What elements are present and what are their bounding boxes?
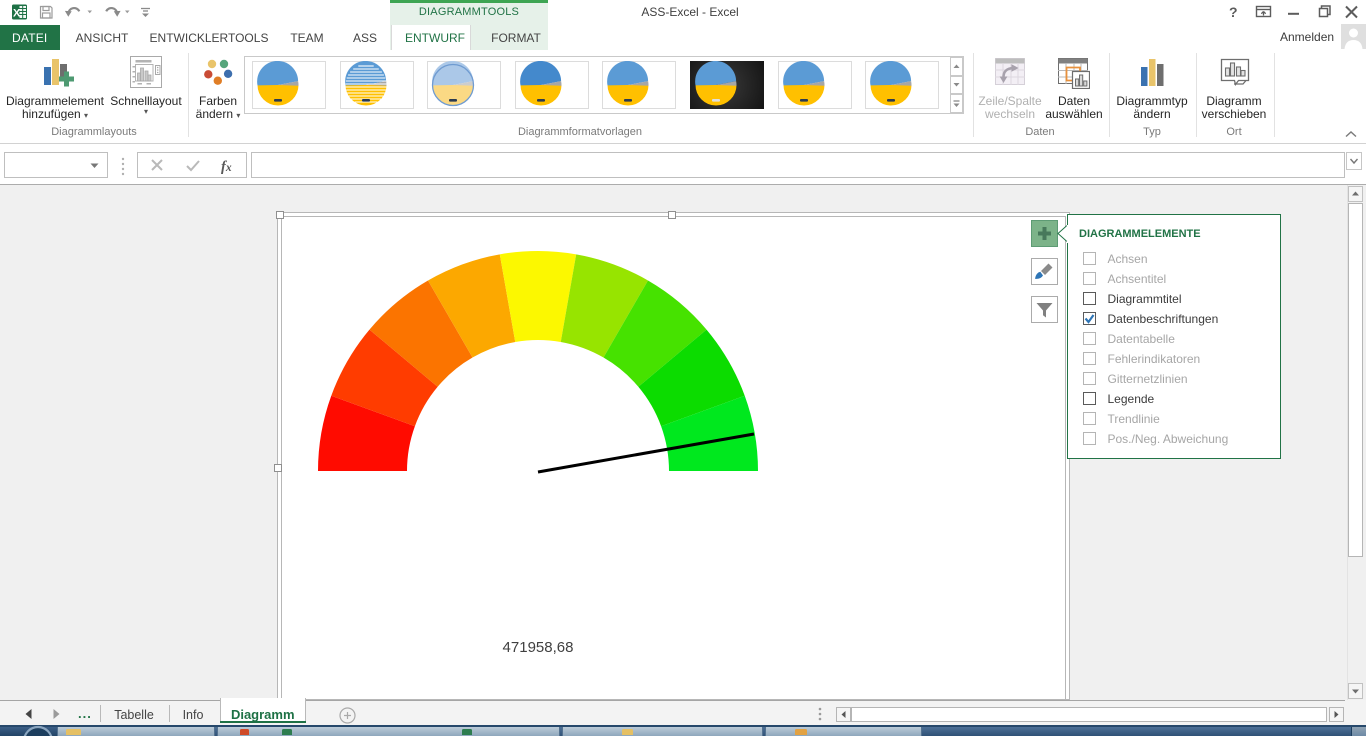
- svg-text:X: X: [13, 8, 21, 20]
- svg-text:fx: fx: [221, 159, 232, 175]
- svg-text:471958,68: 471958,68: [503, 639, 574, 656]
- svg-text:?: ?: [1229, 4, 1238, 20]
